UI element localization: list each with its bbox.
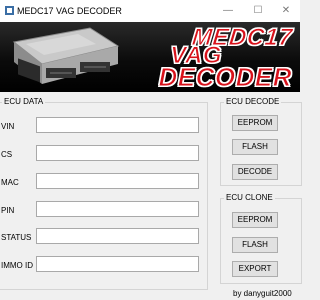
vin-field[interactable] <box>36 117 199 133</box>
mac-label: MAC <box>1 178 19 187</box>
immo-id-label: IMMO ID <box>1 261 33 270</box>
minimize-button[interactable]: — <box>214 0 242 22</box>
cs-label: CS <box>1 150 13 159</box>
pin-label: PIN <box>1 206 15 215</box>
status-field[interactable] <box>36 228 199 244</box>
author-credit: by danyguit2000 <box>233 289 292 298</box>
decode-flash-button[interactable]: FLASH <box>232 139 278 155</box>
ecu-data-group: ECU DATA VIN CS MAC PIN STATUS IMMO ID <box>0 97 208 290</box>
title-bar: MEDC17 VAG DECODER — ☐ ✕ <box>0 0 300 22</box>
ecu-module-image <box>12 27 120 84</box>
vin-label: VIN <box>1 122 15 131</box>
window-title: MEDC17 VAG DECODER <box>17 6 122 16</box>
maximize-button[interactable]: ☐ <box>244 0 272 22</box>
banner-title-line-3: DECODER <box>158 62 292 93</box>
clone-flash-button[interactable]: FLASH <box>232 237 278 253</box>
ecu-clone-group-label: ECU CLONE <box>224 193 275 202</box>
close-button[interactable]: ✕ <box>272 0 300 22</box>
header-banner: MEDC17 VAG DECODER <box>0 22 300 92</box>
ecu-decode-group: ECU DECODE EEPROM FLASH DECODE <box>220 97 302 186</box>
export-button[interactable]: EXPORT <box>232 261 278 277</box>
clone-eeprom-button[interactable]: EEPROM <box>232 212 278 228</box>
status-label: STATUS <box>1 233 32 242</box>
ecu-decode-group-label: ECU DECODE <box>224 97 282 106</box>
ecu-clone-group: ECU CLONE EEPROM FLASH EXPORT <box>220 193 302 284</box>
cs-field[interactable] <box>36 145 199 161</box>
immo-id-field[interactable] <box>36 256 199 272</box>
decode-button[interactable]: DECODE <box>232 164 278 180</box>
pin-field[interactable] <box>36 201 199 217</box>
app-icon <box>5 6 14 15</box>
mac-field[interactable] <box>36 173 199 189</box>
ecu-data-group-label: ECU DATA <box>2 97 46 106</box>
decode-eeprom-button[interactable]: EEPROM <box>232 115 278 131</box>
